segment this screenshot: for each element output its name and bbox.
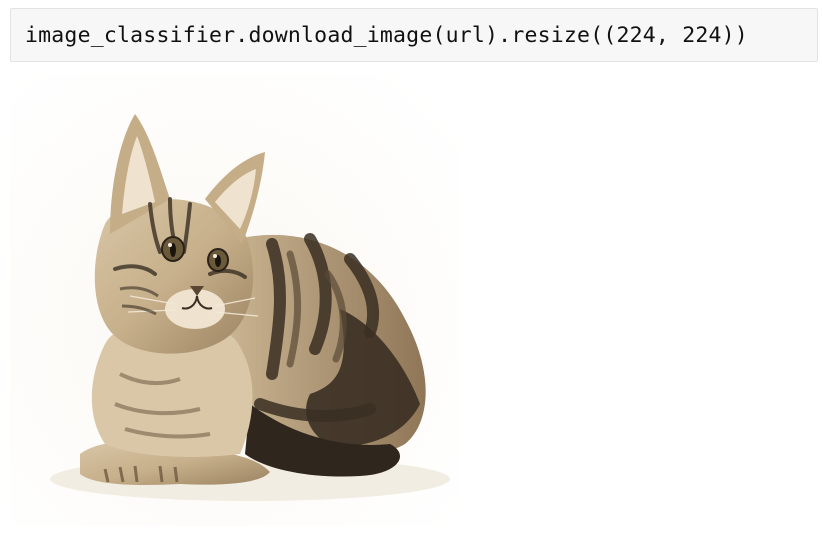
code-cell[interactable]: image_classifier.download_image(url).res… bbox=[10, 8, 818, 62]
kitten-image bbox=[10, 74, 460, 526]
output-area bbox=[10, 74, 460, 526]
code-line[interactable]: image_classifier.download_image(url).res… bbox=[25, 23, 748, 48]
notebook: image_classifier.download_image(url).res… bbox=[0, 0, 822, 550]
